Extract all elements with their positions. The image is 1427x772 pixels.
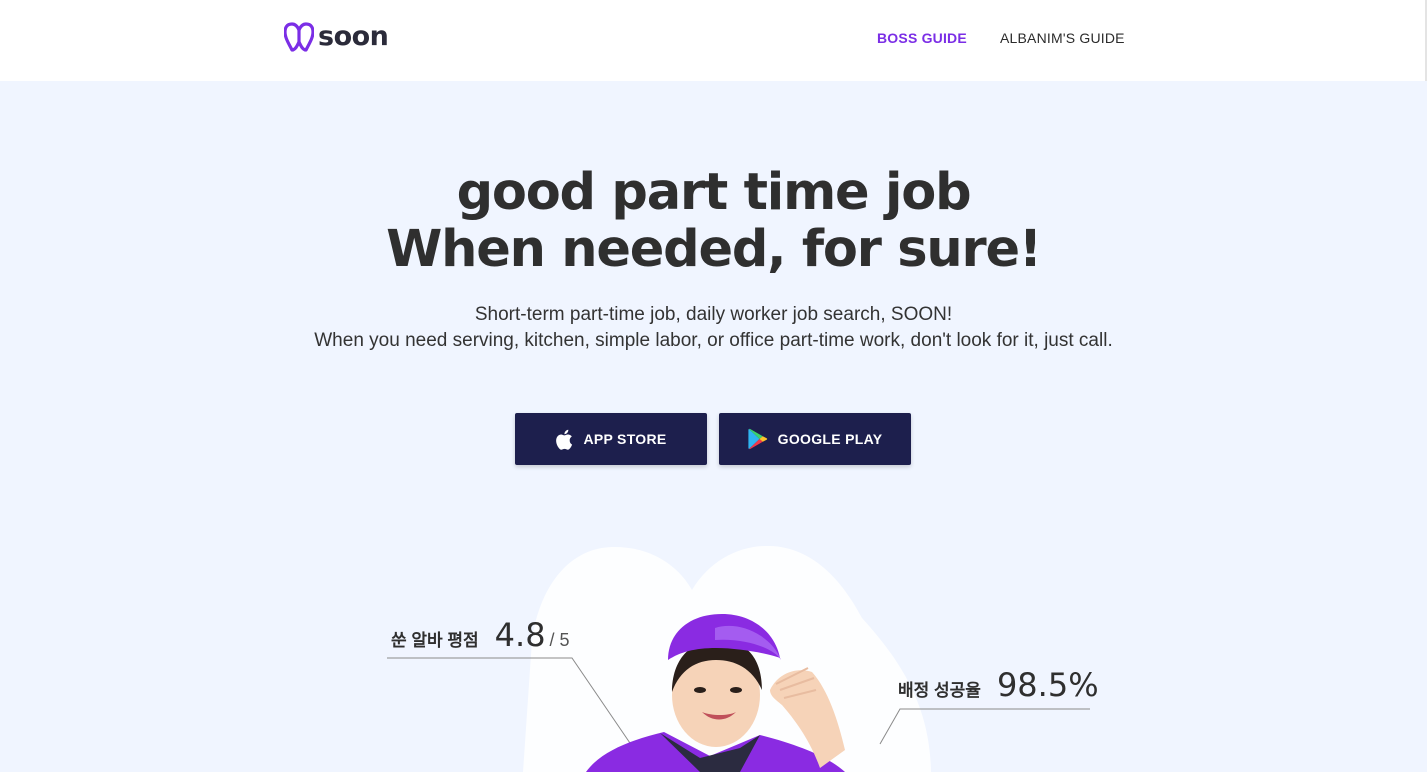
rating-stat: 쑨 알바 평점 4.8 / 5 [391, 616, 570, 654]
rating-value: 4.8 [494, 616, 546, 654]
rating-label: 쑨 알바 평점 [391, 631, 479, 650]
google-play-icon [748, 428, 767, 450]
site-header: soon BOSS GUIDE ALBANIM'S GUIDE [0, 0, 1427, 81]
google-play-button[interactable]: GOOGLE PLAY [719, 413, 911, 465]
app-store-button[interactable]: APP STORE [515, 413, 707, 465]
assignment-value: 98.5% [996, 666, 1099, 704]
soon-logo[interactable]: soon [284, 21, 389, 52]
hero-title-line-2: When needed, for sure! [386, 220, 1042, 279]
rating-leader-line [387, 657, 633, 747]
rating-scale: / 5 [549, 630, 570, 650]
brand-name: soon [318, 21, 389, 52]
google-play-label: GOOGLE PLAY [777, 431, 883, 447]
nav-albanim-guide[interactable]: ALBANIM'S GUIDE [1000, 29, 1125, 47]
worker-photo [586, 614, 845, 772]
nav-boss-guide[interactable]: BOSS GUIDE [877, 29, 967, 47]
hero-subtitle: Short-term part-time job, daily worker j… [0, 302, 1427, 354]
assignment-label: 배정 성공율 [898, 681, 981, 700]
hero-visual [387, 545, 1090, 772]
heart-shape-background [523, 545, 931, 772]
hero-title-line-1: good part time job [456, 163, 972, 222]
hero-subtitle-line-2: When you need serving, kitchen, simple l… [314, 330, 1113, 351]
app-store-label: APP STORE [583, 431, 667, 447]
assignment-leader-line [879, 708, 1090, 745]
hero-subtitle-line-1: Short-term part-time job, daily worker j… [474, 304, 953, 325]
assignment-stat: 배정 성공율 98.5% [898, 666, 1099, 704]
apple-icon [556, 429, 573, 450]
hero-title: good part time job When needed, for sure… [0, 164, 1427, 278]
soon-logo-icon [284, 22, 314, 52]
